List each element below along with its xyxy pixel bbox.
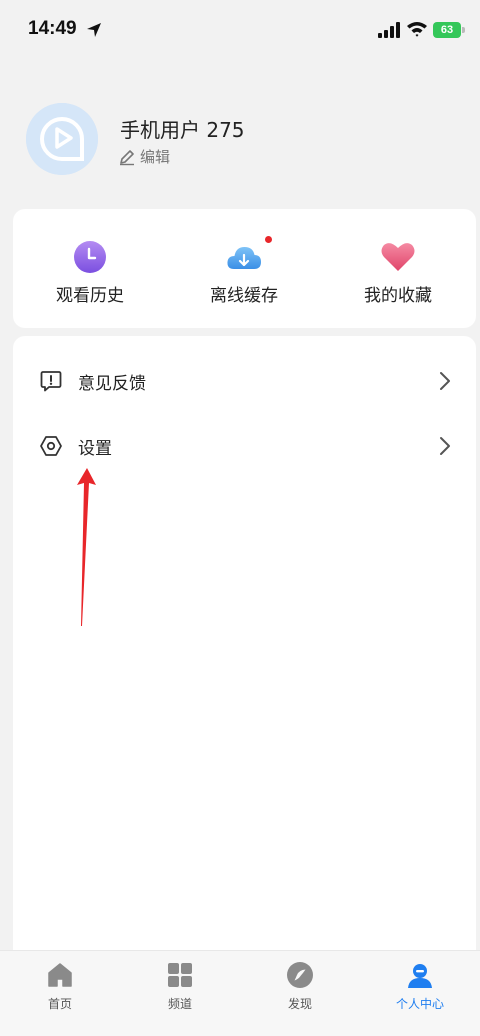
user-icon <box>408 964 432 988</box>
tab-discover[interactable]: 发现 <box>240 959 360 1019</box>
status-time: 14:49 <box>28 18 77 39</box>
username: 手机用户 275 <box>120 118 245 142</box>
edit-profile-button[interactable]: 编辑 <box>118 146 170 167</box>
play-avatar-icon <box>26 103 98 175</box>
new-badge-dot <box>265 236 272 243</box>
pencil-icon <box>120 149 134 165</box>
battery-level: 63 <box>433 22 461 38</box>
menu-label: 意见反馈 <box>78 374 146 394</box>
menu-item-feedback[interactable]: 意见反馈 <box>13 353 476 409</box>
tab-label: 个人中心 <box>395 997 444 1011</box>
wifi-icon <box>407 22 427 37</box>
shortcuts-card: 观看历史 离线缓存 我的收藏 <box>13 209 476 328</box>
location-arrow-icon <box>87 23 101 37</box>
tab-label: 频道 <box>167 997 192 1011</box>
menu-label: 设置 <box>78 439 112 459</box>
avatar[interactable] <box>26 103 98 175</box>
shortcut-label: 我的收藏 <box>364 286 432 306</box>
edit-label: 编辑 <box>140 148 171 166</box>
tab-channels[interactable]: 频道 <box>120 959 240 1019</box>
cellular-signal-icon <box>378 22 400 38</box>
annotation-arrow-icon <box>77 468 96 626</box>
chevron-right-icon <box>440 372 450 390</box>
shortcut-watch-history[interactable]: 观看历史 <box>13 209 167 328</box>
heart-icon <box>381 243 415 271</box>
settings-icon <box>40 436 62 456</box>
menu-card: 意见反馈 设置 <box>13 336 476 956</box>
tab-home[interactable]: 首页 <box>0 959 120 1019</box>
chevron-right-icon <box>440 437 450 455</box>
shortcut-label: 离线缓存 <box>210 286 278 306</box>
home-icon <box>48 963 72 987</box>
grid-icon <box>168 963 192 987</box>
tab-label: 发现 <box>287 997 312 1011</box>
tab-label: 首页 <box>47 997 72 1011</box>
clock-icon <box>74 241 106 273</box>
battery-icon: 63 <box>433 22 465 38</box>
shortcut-my-favorites[interactable]: 我的收藏 <box>321 209 475 328</box>
tab-profile[interactable]: 个人中心 <box>360 959 480 1019</box>
cloud-download-icon <box>227 247 261 269</box>
compass-icon <box>287 962 313 988</box>
menu-item-settings[interactable]: 设置 <box>13 418 476 474</box>
shortcut-offline-cache[interactable]: 离线缓存 <box>167 209 321 328</box>
bottom-tab-bar: 首页 频道 发现 个人中心 <box>0 950 480 1036</box>
feedback-icon <box>40 371 62 392</box>
status-bar: 14:49 63 <box>0 0 480 62</box>
shortcut-label: 观看历史 <box>56 286 124 306</box>
